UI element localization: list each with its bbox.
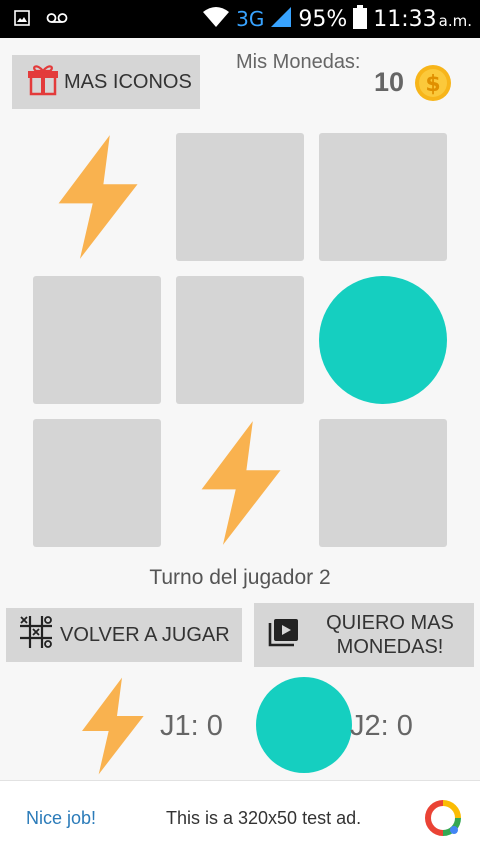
clock-ampm: a.m. <box>438 11 472 30</box>
play-again-button[interactable]: VOLVER A JUGAR <box>6 608 242 662</box>
board-cell-9[interactable] <box>319 419 447 547</box>
ad-cta[interactable]: Nice job! <box>26 808 96 829</box>
wifi-icon <box>202 6 230 33</box>
board-cell-4[interactable] <box>33 276 161 404</box>
image-notification-icon <box>14 10 30 31</box>
play-again-label: VOLVER A JUGAR <box>60 623 230 646</box>
board-cell-2[interactable] <box>176 133 304 261</box>
status-bar: 3G 95% 11:33 a.m. <box>0 0 480 38</box>
turn-indicator: Turno del jugador 2 <box>149 566 331 589</box>
player-two-score: J2: 0 <box>350 710 413 742</box>
coins-label: Mis Monedas: <box>236 51 361 73</box>
board-cell-8[interactable] <box>176 419 304 547</box>
ad-text: This is a 320x50 test ad. <box>166 808 362 828</box>
player-two-circle-icon <box>256 677 352 773</box>
voicemail-icon <box>46 11 68 30</box>
gift-icon <box>26 62 60 102</box>
board-cell-6[interactable] <box>319 276 447 404</box>
ad-network-logo-icon <box>424 799 462 837</box>
battery-icon <box>353 4 368 34</box>
coins-value: 10 <box>374 67 405 97</box>
player-one-bolt-icon <box>70 676 154 776</box>
board-cell-7[interactable] <box>33 419 161 547</box>
circle-icon <box>319 276 447 404</box>
lightning-bolt-icon <box>201 421 281 545</box>
lightning-bolt-icon <box>58 135 138 259</box>
board-cell-5[interactable] <box>176 276 304 404</box>
player-one-score: J1: 0 <box>160 710 223 742</box>
board-cell-1[interactable] <box>33 133 161 261</box>
coin-icon: $ <box>414 64 452 102</box>
board-cell-3[interactable] <box>319 133 447 261</box>
get-more-coins-button[interactable]: QUIERO MAS MONEDAS! <box>254 603 474 667</box>
more-icons-label: MAS ICONOS <box>64 70 192 93</box>
video-play-icon <box>268 617 300 653</box>
network-type: 3G <box>236 7 265 31</box>
svg-text:$: $ <box>425 72 440 97</box>
battery-percent: 95% <box>298 6 348 32</box>
clock: 11:33 <box>373 6 437 32</box>
signal-icon <box>270 6 292 33</box>
ad-banner[interactable]: Nice job! This is a 320x50 test ad. <box>0 780 480 854</box>
tic-tac-toe-icon <box>18 614 54 656</box>
get-more-coins-label: QUIERO MAS MONEDAS! <box>326 612 454 658</box>
more-icons-button[interactable]: MAS ICONOS <box>12 55 200 109</box>
